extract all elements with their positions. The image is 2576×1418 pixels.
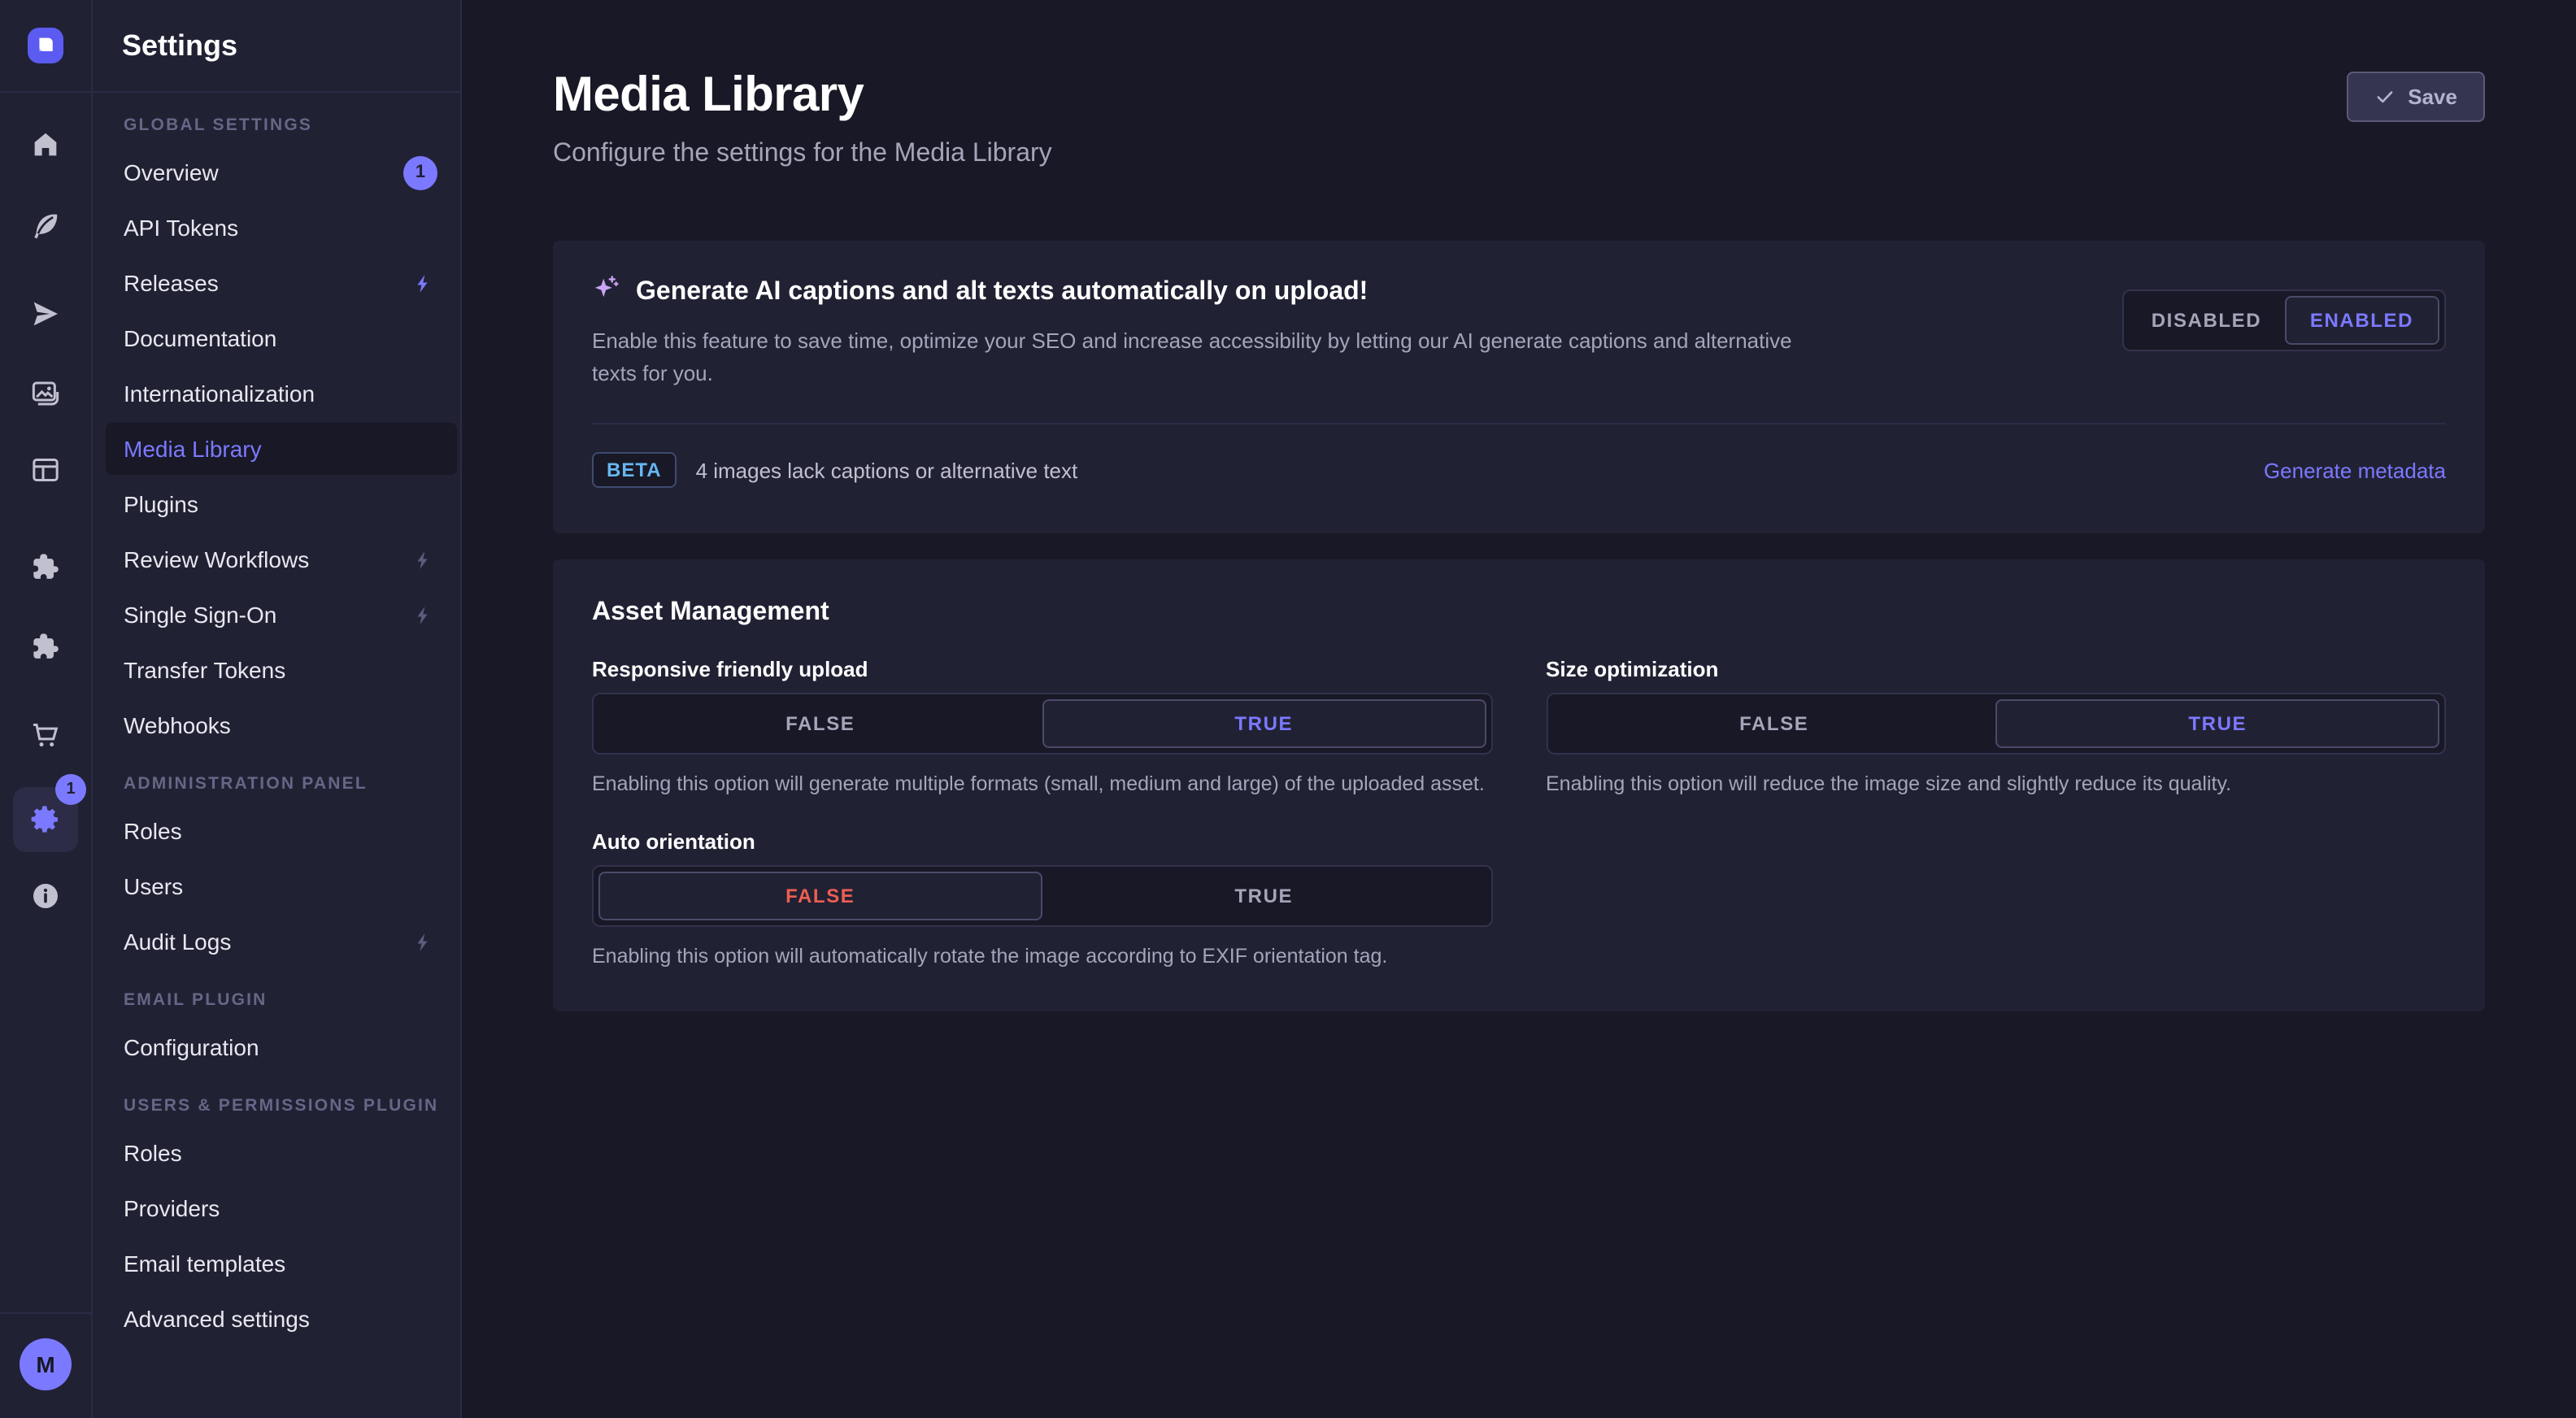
auto-orientation-toggle[interactable]: FALSE TRUE bbox=[592, 865, 1492, 927]
settings-sidebar: Settings GLOBAL SETTINGS Overview 1 API … bbox=[93, 0, 462, 1418]
save-button[interactable]: Save bbox=[2346, 72, 2485, 122]
app-window: 1 M Settings GLOBAL SETTINGS Overview 1 … bbox=[0, 0, 2576, 1418]
home-icon[interactable] bbox=[13, 112, 78, 177]
rail-divider bbox=[0, 1312, 91, 1314]
sidebar-item-webhooks[interactable]: Webhooks bbox=[106, 699, 457, 751]
deploy-icon[interactable] bbox=[13, 281, 78, 346]
sidebar-item-review-workflows[interactable]: Review Workflows bbox=[106, 533, 457, 585]
asset-management-title: Asset Management bbox=[592, 599, 2446, 629]
section-label: EMAIL PLUGIN bbox=[93, 990, 460, 1021]
section-email-plugin: EMAIL PLUGIN Configuration bbox=[93, 990, 460, 1073]
sidebar-item-documentation[interactable]: Documentation bbox=[106, 312, 457, 364]
sparkles-icon bbox=[592, 273, 621, 311]
sidebar-item-overview[interactable]: Overview 1 bbox=[106, 146, 457, 198]
field-responsive-friendly-upload: Responsive friendly upload FALSE TRUE En… bbox=[592, 658, 1492, 801]
toggle-option-true[interactable]: TRUE bbox=[1042, 700, 1486, 749]
lightning-icon bbox=[413, 272, 434, 294]
sidebar-item-audit-logs[interactable]: Audit Logs bbox=[106, 916, 457, 968]
toggle-option-enabled[interactable]: ENABLED bbox=[2284, 296, 2439, 345]
missing-captions-message: 4 images lack captions or alternative te… bbox=[696, 459, 1078, 483]
plugin-icon[interactable] bbox=[13, 613, 78, 678]
sidebar-item-advanced-settings[interactable]: Advanced settings bbox=[106, 1293, 457, 1345]
main-nav-rail: 1 M bbox=[0, 0, 93, 1418]
page-header: Media Library Configure the settings for… bbox=[553, 0, 2485, 169]
ai-captions-toggle[interactable]: DISABLED ENABLED bbox=[2122, 289, 2446, 351]
field-description: Enabling this option will automatically … bbox=[592, 942, 1492, 972]
section-global-settings: GLOBAL SETTINGS Overview 1 API Tokens Re… bbox=[93, 115, 460, 751]
sidebar-item-releases[interactable]: Releases bbox=[106, 257, 457, 309]
content-type-builder-icon[interactable] bbox=[13, 194, 78, 259]
ai-captions-banner: Generate AI captions and alt texts autom… bbox=[553, 241, 2485, 534]
toggle-option-true[interactable]: TRUE bbox=[1042, 872, 1486, 920]
size-optimization-toggle[interactable]: FALSE TRUE bbox=[1546, 694, 2446, 755]
lightning-icon bbox=[413, 931, 434, 952]
toggle-option-false[interactable]: FALSE bbox=[598, 872, 1042, 920]
section-users-permissions-plugin: USERS & PERMISSIONS PLUGIN Roles Provide… bbox=[93, 1096, 460, 1345]
sidebar-item-admin-users[interactable]: Users bbox=[106, 860, 457, 912]
field-auto-orientation: Auto orientation FALSE TRUE Enabling thi… bbox=[592, 829, 1492, 972]
field-label: Responsive friendly upload bbox=[592, 658, 1492, 682]
toggle-option-false[interactable]: FALSE bbox=[1552, 700, 1996, 749]
check-icon bbox=[2374, 86, 2395, 107]
section-label: ADMINISTRATION PANEL bbox=[93, 774, 460, 805]
field-label: Size optimization bbox=[1546, 658, 2446, 682]
sidebar-item-media-library[interactable]: Media Library bbox=[106, 423, 457, 475]
marketplace-cart-icon[interactable] bbox=[13, 702, 78, 768]
field-size-optimization: Size optimization FALSE TRUE Enabling th… bbox=[1546, 658, 2446, 801]
sidebar-item-email-templates[interactable]: Email templates bbox=[106, 1237, 457, 1290]
logo-cell bbox=[0, 0, 91, 93]
beta-badge: BETA bbox=[592, 453, 677, 489]
asset-management-card: Asset Management Responsive friendly upl… bbox=[553, 560, 2485, 1011]
toggle-option-false[interactable]: FALSE bbox=[598, 700, 1042, 749]
lightning-icon bbox=[413, 604, 434, 625]
lightning-icon bbox=[413, 549, 434, 570]
responsive-upload-toggle[interactable]: FALSE TRUE bbox=[592, 694, 1492, 755]
settings-gear-icon[interactable]: 1 bbox=[13, 787, 78, 852]
sidebar-header: Settings bbox=[93, 0, 460, 93]
content-manager-icon[interactable] bbox=[13, 437, 78, 502]
plugin-icon[interactable] bbox=[13, 533, 78, 598]
field-description: Enabling this option will generate multi… bbox=[592, 770, 1492, 801]
sidebar-item-email-configuration[interactable]: Configuration bbox=[106, 1021, 457, 1073]
media-library-icon[interactable] bbox=[13, 361, 78, 426]
sidebar-item-providers[interactable]: Providers bbox=[106, 1182, 457, 1234]
toggle-option-disabled[interactable]: DISABLED bbox=[2129, 296, 2284, 345]
sidebar-item-internationalization[interactable]: Internationalization bbox=[106, 368, 457, 420]
sidebar-item-admin-roles[interactable]: Roles bbox=[106, 805, 457, 857]
generate-metadata-link[interactable]: Generate metadata bbox=[2264, 459, 2446, 483]
notification-badge: 1 bbox=[403, 155, 437, 189]
toggle-option-true[interactable]: TRUE bbox=[1996, 700, 2440, 749]
save-button-label: Save bbox=[2408, 85, 2457, 109]
sidebar-item-transfer-tokens[interactable]: Transfer Tokens bbox=[106, 644, 457, 696]
user-avatar[interactable]: M bbox=[20, 1338, 72, 1390]
settings-notification-badge: 1 bbox=[55, 774, 86, 805]
field-description: Enabling this option will reduce the ima… bbox=[1546, 770, 2446, 801]
strapi-logo[interactable] bbox=[28, 28, 63, 63]
field-label: Auto orientation bbox=[592, 829, 1492, 854]
sidebar-item-api-tokens[interactable]: API Tokens bbox=[106, 202, 457, 254]
section-label: USERS & PERMISSIONS PLUGIN bbox=[93, 1096, 460, 1127]
banner-title: Generate AI captions and alt texts autom… bbox=[636, 277, 1368, 307]
sidebar-title: Settings bbox=[122, 28, 237, 63]
page-subtitle: Configure the settings for the Media Lib… bbox=[553, 140, 1052, 169]
section-label: GLOBAL SETTINGS bbox=[93, 115, 460, 146]
sidebar-item-up-roles[interactable]: Roles bbox=[106, 1127, 457, 1179]
banner-description: Enable this feature to save time, optimi… bbox=[592, 325, 1804, 391]
strapi-logo-icon bbox=[34, 34, 57, 57]
sidebar-item-plugins[interactable]: Plugins bbox=[106, 478, 457, 530]
sidebar-item-single-sign-on[interactable]: Single Sign-On bbox=[106, 589, 457, 641]
main-content: Media Library Configure the settings for… bbox=[462, 0, 2576, 1418]
page-title: Media Library bbox=[553, 72, 1052, 120]
help-info-icon[interactable] bbox=[13, 863, 78, 929]
section-administration-panel: ADMINISTRATION PANEL Roles Users Audit L… bbox=[93, 774, 460, 968]
